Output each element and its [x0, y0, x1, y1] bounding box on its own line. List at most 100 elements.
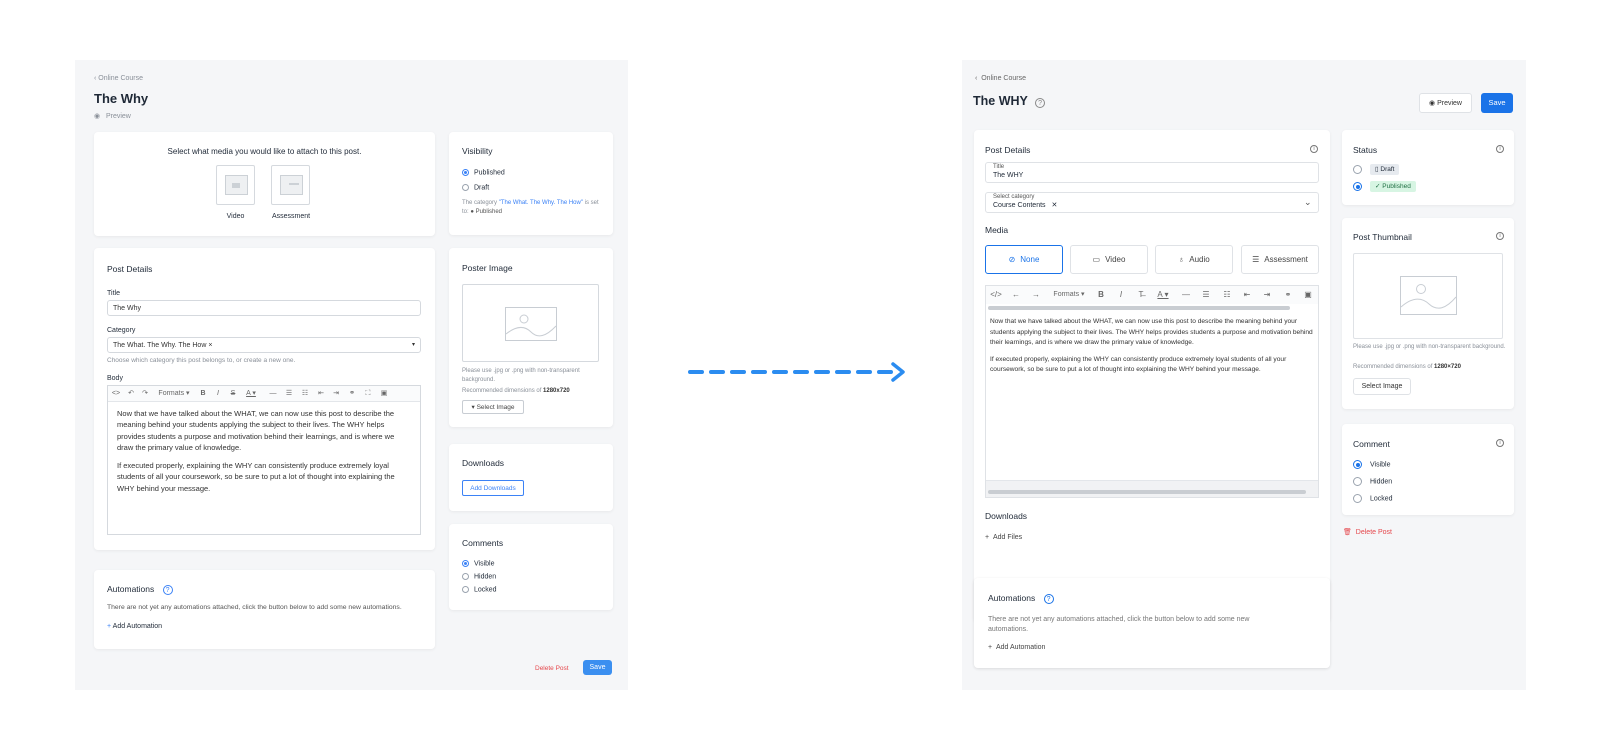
category-select[interactable]: The What. The Why. The How × ▾ — [107, 337, 421, 353]
outdent-icon[interactable]: ⇤ — [1240, 286, 1254, 304]
strikethrough-icon[interactable]: T̶ — [1134, 286, 1148, 304]
bold-icon[interactable]: B — [1094, 286, 1108, 304]
code-icon[interactable]: </> — [989, 286, 1003, 304]
category-select[interactable]: Select category Course Contents ✕ ⌄ — [985, 192, 1319, 213]
horizontal-rule-icon[interactable]: — — [1179, 286, 1193, 304]
radio-locked[interactable]: Locked — [1353, 494, 1393, 503]
title-value: The WHY — [993, 172, 1024, 179]
eye-icon: ◉ — [1429, 100, 1438, 107]
title-input[interactable]: The Why — [107, 300, 421, 316]
undo-icon[interactable]: ↶ — [125, 386, 137, 402]
info-icon[interactable]: i — [1496, 232, 1504, 240]
radio-button — [462, 573, 469, 580]
save-button[interactable]: Save — [583, 660, 612, 675]
body-text[interactable]: Now that we have talked about the WHAT, … — [117, 408, 411, 494]
info-icon[interactable]: i — [1310, 145, 1318, 153]
horizontal-rule-icon[interactable]: — — [267, 386, 279, 402]
breadcrumb[interactable]: ‹ Online Course — [975, 75, 1026, 82]
bullet-list-icon[interactable]: ☰ — [1199, 286, 1213, 304]
help-icon[interactable]: ? — [1035, 98, 1046, 108]
help-icon[interactable]: ? — [1043, 594, 1054, 604]
strikethrough-icon[interactable]: S — [227, 386, 239, 402]
fullscreen-icon[interactable]: ⛶ — [362, 386, 374, 402]
italic-icon[interactable]: I — [212, 386, 224, 402]
radio-published[interactable]: ✓ Published — [1353, 181, 1416, 193]
category-chip: Course Contents ✕ — [993, 201, 1057, 209]
hidden-label: Hidden — [1370, 478, 1393, 486]
bullet-list-icon[interactable]: ☰ — [283, 386, 295, 402]
image-icon[interactable]: ▣ — [1301, 286, 1315, 304]
text-color-icon[interactable]: A ▾ — [1154, 286, 1172, 304]
comment-heading: Comment — [1353, 439, 1390, 449]
help-icon[interactable]: ? — [162, 585, 173, 595]
select-image-button[interactable]: Select Image — [1353, 378, 1411, 395]
preview-button[interactable]: ◉ Preview — [1419, 93, 1472, 113]
add-downloads-button[interactable]: Add Downloads — [462, 480, 524, 496]
radio-button — [1353, 460, 1362, 469]
radio-button — [1353, 165, 1362, 174]
body-paragraph: Now that we have talked about the WHAT, … — [117, 409, 395, 452]
radio-published[interactable]: Published — [462, 169, 505, 176]
add-automation-button[interactable]: + Add Automation — [988, 644, 1045, 651]
dims-label: Recommended dimensions of — [1353, 364, 1435, 370]
post-details-heading: Post Details — [107, 264, 153, 274]
radio-draft[interactable]: Draft — [462, 184, 489, 191]
category-link[interactable]: "The What. The Why. The How" — [499, 200, 583, 206]
media-tab-video[interactable]: ▭ Video — [1070, 245, 1148, 274]
image-icon[interactable]: ▣ — [378, 386, 390, 402]
published-badge: ✓ Published — [1370, 181, 1416, 193]
media-prompt: Select what media you would like to atta… — [167, 147, 362, 156]
title-field[interactable]: Title The WHY — [985, 162, 1319, 183]
media-heading: Media — [985, 225, 1009, 235]
thumbnail-help: Please use .jpg or .png with non-transpa… — [1353, 344, 1506, 350]
category-value: The What. The Why. The How × — [113, 342, 213, 349]
visibility-card: Visibility Published Draft The category … — [449, 132, 613, 235]
link-icon[interactable]: ⚭ — [346, 386, 358, 402]
formats-dropdown[interactable]: Formats ▾ — [156, 386, 192, 402]
delete-post-link[interactable]: Delete Post — [535, 665, 569, 672]
formats-dropdown[interactable]: Formats ▾ — [1048, 286, 1090, 304]
code-icon[interactable]: <> — [110, 386, 122, 402]
poster-dropzone[interactable] — [462, 284, 599, 362]
add-files-button[interactable]: + Add Files — [985, 534, 1022, 541]
remove-icon[interactable]: ✕ — [1051, 202, 1057, 209]
media-tab-assessment[interactable]: ☰ Assessment — [1241, 245, 1319, 274]
indent-icon[interactable]: ⇥ — [330, 386, 342, 402]
info-icon[interactable]: i — [1496, 145, 1504, 153]
info-icon[interactable]: i — [1496, 439, 1504, 447]
radio-draft[interactable]: ▯ Draft — [1353, 164, 1400, 176]
bold-icon[interactable]: B — [197, 386, 209, 402]
redo-icon[interactable]: ↷ — [139, 386, 151, 402]
top-scrollbar[interactable] — [988, 306, 1290, 310]
radio-hidden[interactable]: Hidden — [1353, 477, 1392, 486]
indent-icon[interactable]: ⇥ — [1260, 286, 1274, 304]
thumbnail-dims: Recommended dimensions of 1280×720 — [1353, 364, 1461, 370]
body-text[interactable]: Now that we have talked about the WHAT, … — [990, 317, 1315, 376]
media-tab-none[interactable]: ⊘ None — [985, 245, 1063, 274]
link-icon[interactable]: ⚭ — [1281, 286, 1295, 304]
numbered-list-icon[interactable]: ☷ — [299, 386, 311, 402]
media-tab-audio[interactable]: ♁ Audio — [1155, 245, 1233, 274]
list-icon: ☰ — [1252, 255, 1260, 264]
bottom-scrollbar[interactable] — [988, 490, 1306, 494]
preview-link[interactable]: ◉ Preview — [94, 112, 131, 120]
media-assessment-option[interactable]: Assessment — [271, 165, 321, 225]
media-video-option[interactable]: Video — [216, 165, 266, 225]
redo-icon[interactable]: → — [1029, 286, 1043, 304]
select-image-button[interactable]: ▾ Select Image — [462, 400, 524, 414]
thumbnail-dropzone[interactable] — [1353, 253, 1503, 339]
tab-label: Video — [1105, 255, 1126, 264]
radio-hidden[interactable]: Hidden — [462, 573, 496, 580]
italic-icon[interactable]: I — [1114, 286, 1128, 304]
undo-icon[interactable]: ← — [1009, 286, 1023, 304]
add-automation-button[interactable]: + Add Automation — [107, 623, 162, 630]
numbered-list-icon[interactable]: ☷ — [1220, 286, 1234, 304]
text-color-icon[interactable]: A ▾ — [242, 386, 260, 402]
outdent-icon[interactable]: ⇤ — [315, 386, 327, 402]
delete-post-link[interactable]: 🗑 Delete Post — [1343, 528, 1392, 536]
save-button[interactable]: Save — [1481, 93, 1513, 113]
radio-visible[interactable]: Visible — [462, 560, 495, 567]
breadcrumb[interactable]: ‹ Online Course — [94, 75, 143, 82]
radio-locked[interactable]: Locked — [462, 586, 497, 593]
radio-visible[interactable]: Visible — [1353, 460, 1391, 469]
